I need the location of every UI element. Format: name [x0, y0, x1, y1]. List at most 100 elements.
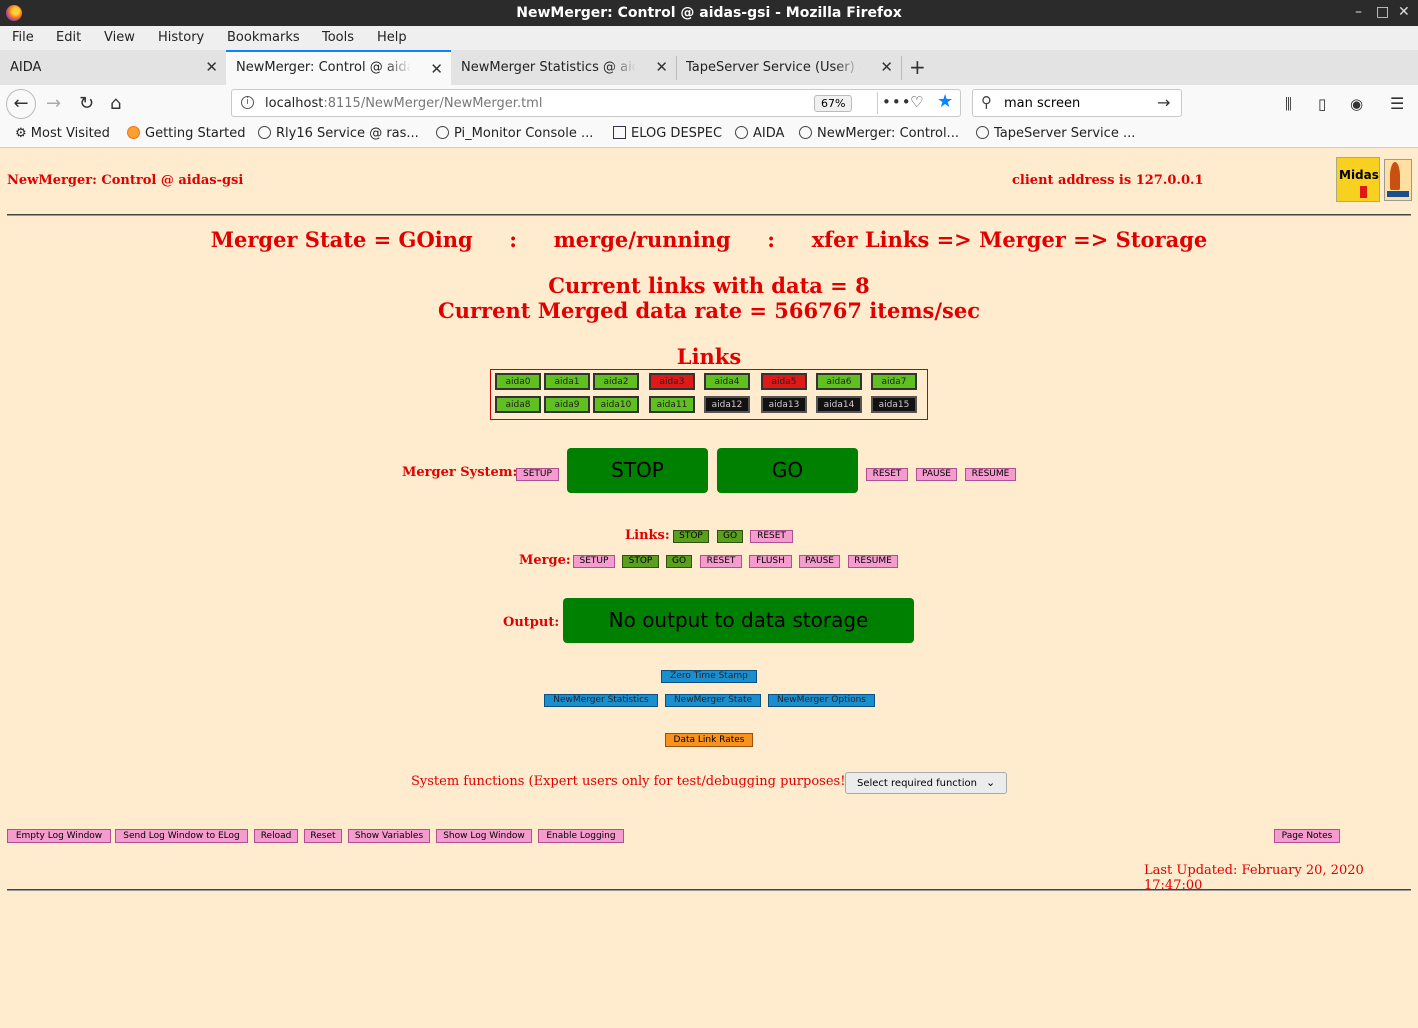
back-icon[interactable]: ← [6, 89, 36, 119]
merger-go-button[interactable]: GO [717, 448, 858, 493]
merge-stop-button[interactable]: STOP [622, 555, 659, 568]
sidebar-icon[interactable]: ▯ [1318, 95, 1326, 113]
hamburger-menu-icon[interactable]: ☰ [1390, 94, 1404, 113]
account-icon[interactable]: ◉ [1350, 95, 1363, 113]
reload-button[interactable]: Reload [254, 829, 298, 843]
minimize-icon[interactable]: – [1355, 4, 1362, 20]
merge-go-button[interactable]: GO [666, 555, 692, 568]
output-status-button[interactable]: No output to data storage [563, 598, 914, 643]
bookmark-tapeserver[interactable]: TapeServer Service ... [976, 126, 1135, 141]
link-button-aida9[interactable]: aida9 [544, 396, 590, 413]
merger-resume-button[interactable]: RESUME [965, 468, 1016, 481]
pocket-icon[interactable]: ♡ [910, 93, 923, 111]
forward-icon[interactable]: → [46, 93, 61, 114]
link-button-aida14[interactable]: aida14 [816, 396, 862, 413]
newmerger-state-button[interactable]: NewMerger State [665, 694, 761, 707]
link-button-aida3[interactable]: aida3 [649, 373, 695, 390]
show-variables-button[interactable]: Show Variables [348, 829, 430, 843]
page-notes-button[interactable]: Page Notes [1274, 829, 1340, 843]
bookmark-elog-despec[interactable]: ELOG DESPEC [613, 126, 722, 141]
home-icon[interactable]: ⌂ [110, 93, 121, 114]
url-bar[interactable]: i localhost:8115/NewMerger/NewMerger.tml… [231, 89, 961, 117]
merge-setup-button[interactable]: SETUP [573, 555, 615, 568]
menu-bookmarks[interactable]: Bookmarks [227, 30, 300, 45]
link-button-aida13[interactable]: aida13 [761, 396, 807, 413]
merge-resume-button[interactable]: RESUME [848, 555, 898, 568]
globe-icon [799, 126, 812, 139]
bookmark-pi-monitor[interactable]: Pi_Monitor Console ... [436, 126, 593, 141]
firefox-icon [127, 126, 140, 139]
page-heading: NewMerger: Control @ aidas-gsi [7, 173, 244, 188]
close-tab-icon[interactable]: ✕ [880, 58, 893, 76]
link-button-aida8[interactable]: aida8 [495, 396, 541, 413]
menu-history[interactable]: History [158, 30, 204, 45]
tab-aida[interactable]: AIDA ✕ [0, 50, 226, 85]
merger-stop-button[interactable]: STOP [567, 448, 708, 493]
close-tab-icon[interactable]: ✕ [655, 58, 668, 76]
merger-reset-button[interactable]: RESET [866, 468, 908, 481]
system-function-select[interactable]: Select required function ⌄ [845, 772, 1007, 794]
client-address: client address is 127.0.0.1 [1012, 173, 1204, 188]
newmerger-statistics-button[interactable]: NewMerger Statistics [544, 694, 658, 707]
close-tab-icon[interactable]: ✕ [205, 58, 218, 76]
chevron-down-icon: ⌄ [986, 776, 996, 789]
menu-help[interactable]: Help [377, 30, 407, 45]
link-button-aida15[interactable]: aida15 [871, 396, 917, 413]
merge-flush-button[interactable]: FLUSH [749, 555, 792, 568]
merge-pause-button[interactable]: PAUSE [799, 555, 840, 568]
merge-reset-button[interactable]: RESET [700, 555, 742, 568]
link-button-aida5[interactable]: aida5 [761, 373, 807, 390]
bookmark-most-visited[interactable]: ⚙ Most Visited [15, 126, 110, 141]
new-tab-icon[interactable]: + [909, 55, 926, 79]
link-button-aida4[interactable]: aida4 [704, 373, 750, 390]
link-button-aida1[interactable]: aida1 [544, 373, 590, 390]
reset-button[interactable]: Reset [304, 829, 342, 843]
menu-view[interactable]: View [104, 30, 135, 45]
data-link-rates-button[interactable]: Data Link Rates [665, 733, 753, 747]
zoom-level[interactable]: 67% [814, 95, 853, 112]
tab-newmerger-statistics[interactable]: NewMerger Statistics @ aida ✕ [451, 50, 676, 85]
empty-log-window-button[interactable]: Empty Log Window [7, 829, 111, 843]
enable-logging-button[interactable]: Enable Logging [538, 829, 624, 843]
menu-file[interactable]: File [12, 30, 34, 45]
link-button-aida2[interactable]: aida2 [593, 373, 639, 390]
maximize-icon[interactable]: □ [1376, 4, 1389, 20]
link-button-aida6[interactable]: aida6 [816, 373, 862, 390]
menu-edit[interactable]: Edit [56, 30, 81, 45]
site-info-icon[interactable]: i [241, 96, 254, 109]
tab-tapeserver[interactable]: TapeServer Service (User) @ ✕ [676, 50, 901, 85]
url-host: localhost [265, 96, 324, 111]
bookmark-label: Getting Started [145, 126, 246, 141]
send-log-to-elog-button[interactable]: Send Log Window to ELog [115, 829, 248, 843]
links-go-button[interactable]: GO [717, 530, 743, 543]
close-window-icon[interactable]: ✕ [1398, 4, 1410, 20]
show-log-window-button[interactable]: Show Log Window [436, 829, 532, 843]
link-button-aida0[interactable]: aida0 [495, 373, 541, 390]
links-reset-button[interactable]: RESET [750, 530, 793, 543]
bookmark-getting-started[interactable]: Getting Started [127, 126, 246, 141]
menu-tools[interactable]: Tools [322, 30, 354, 45]
link-button-aida10[interactable]: aida10 [593, 396, 639, 413]
page-actions-icon[interactable]: ••• [882, 93, 912, 111]
merger-setup-button[interactable]: SETUP [516, 468, 559, 481]
search-go-icon[interactable]: → [1157, 93, 1170, 112]
bookmark-newmerger[interactable]: NewMerger: Control... [799, 126, 959, 141]
link-button-aida7[interactable]: aida7 [871, 373, 917, 390]
link-button-aida12[interactable]: aida12 [704, 396, 750, 413]
links-grid: aida0 aida1 aida2 aida3 aida4 aida5 aida6 aida7… [490, 369, 928, 420]
bookmark-star-icon[interactable]: ★ [937, 91, 953, 112]
search-value: man screen [1004, 96, 1081, 111]
midas-logo: Midas [1336, 157, 1380, 202]
reload-icon[interactable]: ↻ [79, 93, 94, 114]
bookmark-rly16[interactable]: Rly16 Service @ ras... [258, 126, 419, 141]
tab-newmerger-control[interactable]: NewMerger: Control @ aidas ✕ [226, 50, 451, 85]
links-stop-button[interactable]: STOP [673, 530, 709, 543]
search-input[interactable]: ⚲ man screen → [972, 89, 1182, 117]
link-button-aida11[interactable]: aida11 [649, 396, 695, 413]
newmerger-options-button[interactable]: NewMerger Options [768, 694, 875, 707]
close-tab-icon[interactable]: ✕ [430, 60, 443, 78]
library-icon[interactable]: ⫼ [1285, 95, 1292, 113]
zero-time-stamp-button[interactable]: Zero Time Stamp [661, 670, 757, 683]
bookmark-aida[interactable]: AIDA [735, 126, 784, 141]
merger-pause-button[interactable]: PAUSE [916, 468, 957, 481]
